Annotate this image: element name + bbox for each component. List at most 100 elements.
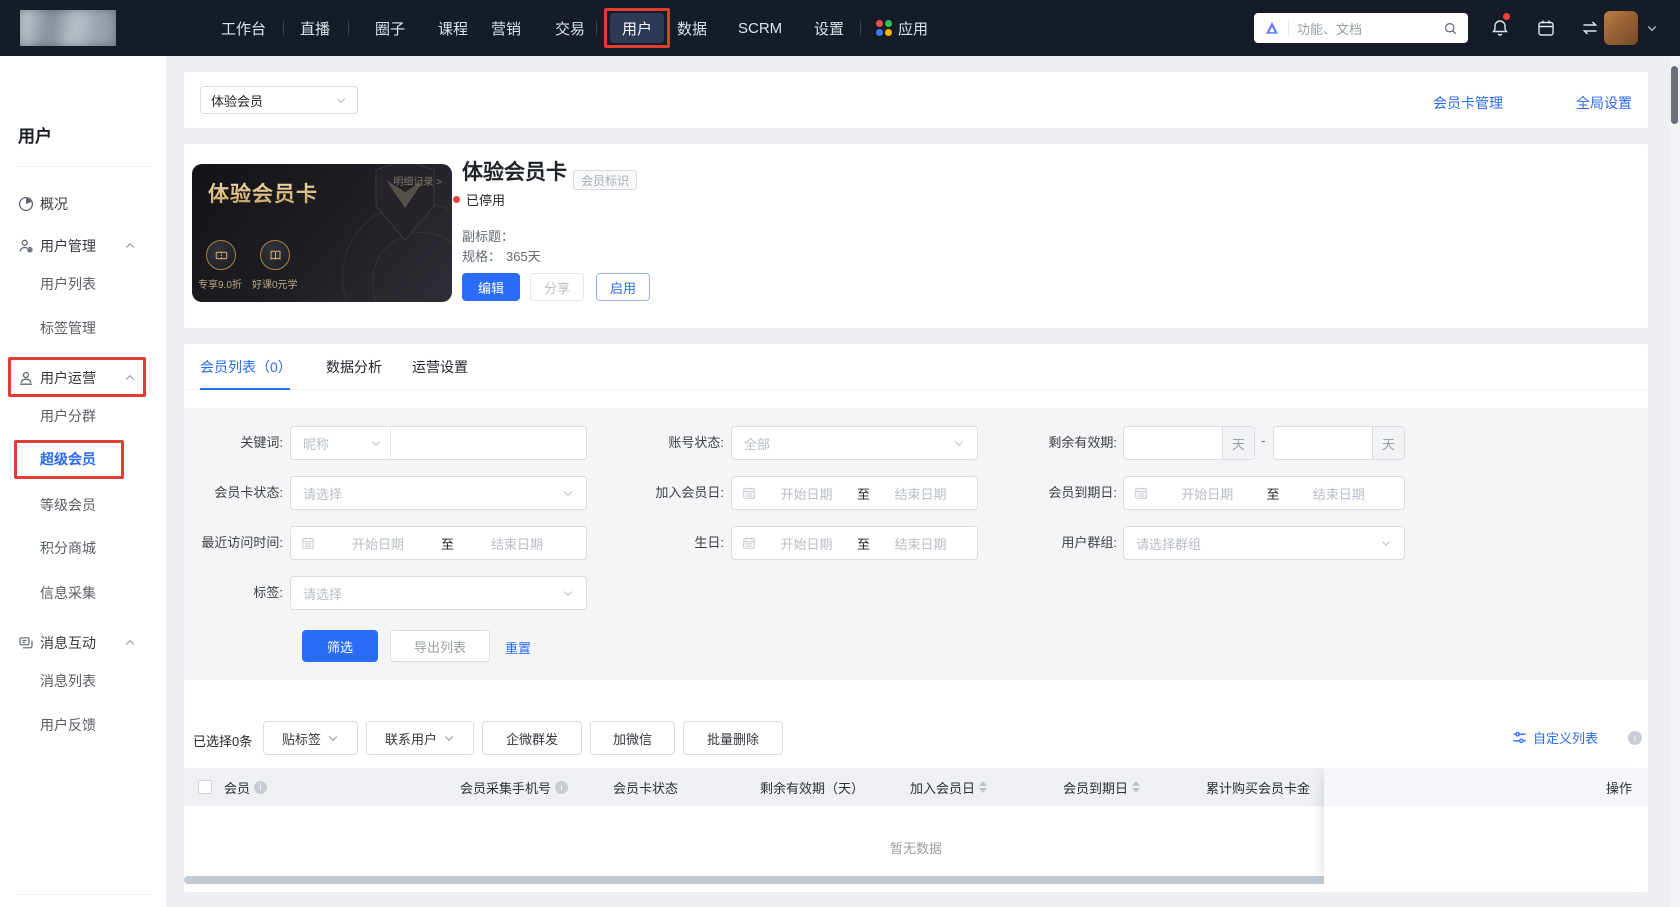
nav-item-data[interactable]: 数据 [677, 0, 707, 56]
customize-columns-button[interactable]: 自定义列表 [1512, 728, 1598, 747]
page-header-bar: 体验会员 会员卡管理 全局设置 [184, 72, 1648, 128]
sidebar-item-overview[interactable]: 概况 [0, 187, 166, 221]
switch-account-icon[interactable] [1580, 18, 1600, 38]
day-unit-addon: 天 [1222, 427, 1254, 459]
join-date-range-picker[interactable]: 开始日期 至 结束日期 [731, 476, 978, 510]
nav-item-scrm[interactable]: SCRM [738, 0, 782, 56]
tag-select[interactable]: 请选择 [290, 576, 587, 610]
calendar-icon[interactable] [1536, 18, 1556, 38]
global-search-input[interactable]: 功能、文档 [1254, 13, 1468, 43]
remaining-validity-max-input[interactable] [1274, 427, 1372, 459]
select-all-checkbox[interactable] [198, 780, 212, 794]
nav-divider [348, 21, 349, 35]
reset-button[interactable]: 重置 [505, 638, 531, 657]
subtitle-label: 副标题： [462, 226, 514, 245]
member-card-select-value: 体验会员 [211, 91, 263, 110]
sidebar-item-label: 用户分群 [40, 406, 96, 426]
sidebar-group-label: 消息互动 [40, 633, 96, 653]
search-icon[interactable] [1443, 21, 1458, 36]
sidebar-item-message-list[interactable]: 消息列表 [0, 664, 166, 698]
sidebar-item-user-feedback[interactable]: 用户反馈 [0, 708, 166, 742]
customize-columns-label: 自定义列表 [1533, 728, 1598, 747]
last-visit-label: 最近访问时间: [150, 526, 283, 560]
member-card-art[interactable]: 体验会员卡 明细记录 > 专享9.0折 好课0元学 [192, 164, 452, 302]
card-status-select[interactable]: 请选择 [290, 476, 587, 510]
customize-info-icon[interactable]: i [1628, 731, 1642, 745]
edit-button[interactable]: 编辑 [462, 273, 520, 301]
batch-delete-button[interactable]: 批量删除 [683, 721, 783, 755]
nav-item-settings[interactable]: 设置 [814, 0, 844, 56]
export-list-button[interactable]: 导出列表 [390, 630, 490, 662]
sidebar-item-info-collect[interactable]: 信息采集 [0, 576, 166, 610]
info-icon[interactable]: i [555, 781, 568, 794]
account-status-value: 全部 [744, 434, 770, 453]
notification-red-dot [1503, 13, 1510, 20]
nav-item-marketing[interactable]: 营销 [491, 0, 521, 56]
sort-icon[interactable] [1132, 781, 1140, 793]
add-tag-dropdown-button[interactable]: 贴标签 [263, 721, 358, 755]
tab-data-analysis[interactable]: 数据分析 [326, 344, 382, 390]
wecom-group-send-button[interactable]: 企微群发 [482, 721, 582, 755]
sidebar-item-user-list[interactable]: 用户列表 [0, 267, 166, 301]
sidebar-item-points-mall[interactable]: 积分商城 [0, 531, 166, 565]
user-group-select[interactable]: 请选择群组 [1123, 526, 1405, 560]
selected-count-text: 已选择0条 [193, 731, 252, 750]
start-date-placeholder: 开始日期 [760, 534, 853, 553]
avatar[interactable] [1604, 11, 1638, 45]
last-visit-range-picker[interactable]: 开始日期 至 结束日期 [290, 526, 587, 560]
sort-icon[interactable] [979, 781, 987, 793]
card-detail-record-link[interactable]: 明细记录 > [393, 173, 442, 188]
global-settings-link[interactable]: 全局设置 [1576, 93, 1632, 113]
remaining-validity-min-input[interactable] [1124, 427, 1222, 459]
nav-item-circle[interactable]: 圈子 [375, 0, 405, 56]
chevron-down-icon[interactable] [1646, 22, 1658, 34]
vertical-scrollbar-thumb[interactable] [1671, 66, 1678, 124]
sidebar-item-user-segment[interactable]: 用户分群 [0, 399, 166, 433]
sidebar-group-message-interaction[interactable]: 消息互动 [0, 626, 166, 660]
add-wechat-button[interactable]: 加微信 [590, 721, 675, 755]
fixed-action-column-body [1324, 806, 1648, 886]
sidebar-item-super-member[interactable]: 超级会员 [0, 442, 166, 476]
nav-item-live[interactable]: 直播 [300, 0, 330, 56]
column-header-join-date[interactable]: 加入会员日 [910, 768, 987, 806]
app-logo[interactable] [20, 10, 116, 46]
column-label: 加入会员日 [910, 778, 975, 797]
sidebar-group-user-management[interactable]: 用户管理 [0, 229, 166, 263]
keyword-field-select[interactable]: 昵称 [291, 427, 391, 459]
nav-item-trade[interactable]: 交易 [555, 0, 585, 56]
member-card-management-link[interactable]: 会员卡管理 [1433, 93, 1503, 113]
nav-item-course[interactable]: 课程 [438, 0, 468, 56]
nav-item-workbench[interactable]: 工作台 [221, 0, 266, 56]
tab-operation-settings[interactable]: 运营设置 [412, 344, 468, 390]
sidebar-group-label: 用户管理 [40, 236, 96, 256]
sidebar-group-user-operation[interactable]: 用户运营 [0, 361, 166, 395]
keyword-input[interactable] [391, 427, 586, 459]
expire-date-range-picker[interactable]: 开始日期 至 结束日期 [1123, 476, 1405, 510]
contact-user-dropdown-button[interactable]: 联系用户 [366, 721, 474, 755]
share-button[interactable]: 分享 [530, 273, 584, 301]
tag-label: 标签: [150, 576, 283, 610]
birthday-label: 生日: [600, 526, 724, 560]
sidebar-title: 用户 [18, 122, 52, 147]
column-header-expire-date[interactable]: 会员到期日 [1063, 768, 1140, 806]
tab-member-list[interactable]: 会员列表（0） [200, 344, 292, 390]
enable-button[interactable]: 启用 [596, 273, 650, 301]
member-card-select[interactable]: 体验会员 [200, 86, 358, 114]
calendar-icon [301, 536, 315, 550]
column-header-action: 操作 [1324, 768, 1648, 806]
end-date-placeholder: 结束日期 [874, 534, 967, 553]
column-label: 会员到期日 [1063, 778, 1128, 797]
keyword-label: 关键词: [150, 426, 283, 460]
tab-label: 会员列表 [200, 357, 256, 377]
notification-bell-icon[interactable] [1490, 18, 1510, 38]
sidebar-item-tag-management[interactable]: 标签管理 [0, 311, 166, 345]
info-icon[interactable]: i [254, 781, 267, 794]
birthday-range-picker[interactable]: 开始日期 至 结束日期 [731, 526, 978, 560]
account-status-select[interactable]: 全部 [731, 426, 978, 460]
sidebar-item-level-member[interactable]: 等级会员 [0, 488, 166, 522]
nav-item-user[interactable]: 用户 [610, 13, 664, 43]
filter-submit-button[interactable]: 筛选 [302, 630, 378, 662]
chevron-down-icon [335, 94, 347, 106]
horizontal-scrollbar-thumb[interactable] [184, 876, 1332, 884]
nav-item-apps[interactable]: 应用 [876, 0, 928, 56]
